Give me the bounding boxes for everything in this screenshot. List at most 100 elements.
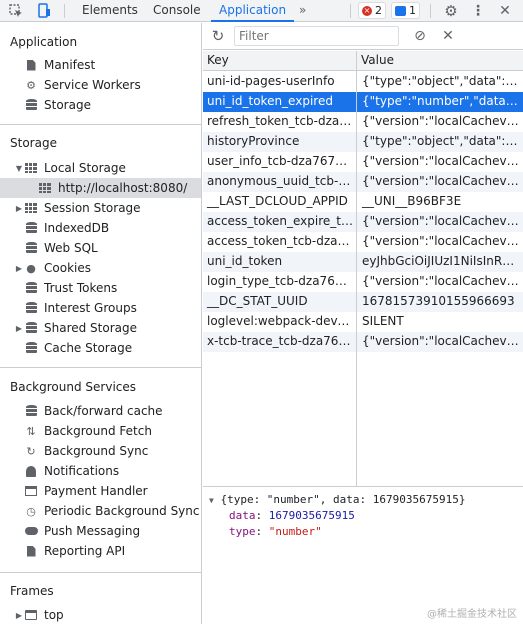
row-value[interactable]: {"version":"localCachev1",... [357,232,523,252]
preview-type-key: type [229,525,256,538]
table-row[interactable]: uni-id-pages-userInfo {"type":"object","d… [203,72,523,92]
sidebar-item-notifications[interactable]: Notifications [0,461,201,481]
more-tabs-button[interactable]: » [299,0,306,22]
row-key[interactable]: access_token_tcb-dza767... [203,232,357,252]
row-value[interactable]: __UNI__B96BF3E [357,192,523,212]
chevron-down-icon[interactable]: ▼ [14,164,24,173]
table-row[interactable]: anonymous_uuid_tcb-dza... {"version":"loc… [203,172,523,192]
row-key[interactable]: login_type_tcb-dza767nid... [203,272,357,292]
sidebar-item-service-workers[interactable]: ⚙ Service Workers [0,75,201,95]
close-devtools-icon[interactable]: ✕ [495,1,515,21]
row-key[interactable]: uni_id_token [203,252,357,272]
sidebar-item-frame-top[interactable]: ▶ top [0,605,201,624]
row-value[interactable]: {"type":"number","data":1... [357,92,523,112]
sidebar-item-background-fetch[interactable]: ⇅ Background Fetch [0,421,201,441]
sidebar-item-local-storage[interactable]: ▼ Local Storage [0,158,201,178]
chevron-down-icon[interactable]: ▼ [209,496,214,505]
sidebar-item-cookies[interactable]: ▶ ● Cookies [0,258,201,278]
table-row[interactable]: access_token_expire_tcb-... {"version":"l… [203,212,523,232]
row-key[interactable]: __LAST_DCLOUD_APPID [203,192,357,212]
preview-type-value: "number" [268,525,322,538]
table-grid-icon [38,181,52,195]
table-row[interactable]: __DC_STAT_UUID 16781573910155966693 [203,292,523,312]
local-storage-table: Key Value uni-id-pages-userInfo {"type":"… [203,51,523,487]
table-header: Key Value [203,51,523,71]
row-key[interactable]: anonymous_uuid_tcb-dza... [203,172,357,192]
row-key[interactable]: loglevel:webpack-dev-ser... [203,312,357,332]
column-header-key[interactable]: Key [207,53,229,67]
sidebar-item-trust-tokens[interactable]: Trust Tokens [0,278,201,298]
sidebar-item-back-forward-cache[interactable]: Back/forward cache [0,401,201,421]
database-icon [24,404,38,418]
table-row[interactable]: loglevel:webpack-dev-ser... SILENT [203,312,523,332]
filter-input[interactable] [234,26,399,46]
more-options-icon[interactable]: ⋮ [468,1,488,21]
row-value[interactable]: {"version":"localCachev1",... [357,172,523,192]
sidebar-item-interest-groups[interactable]: Interest Groups [0,298,201,318]
sidebar-item-push-messaging[interactable]: Push Messaging [0,521,201,541]
row-key[interactable]: uni-id-pages-userInfo [203,72,357,92]
inspect-element-icon[interactable] [6,1,26,21]
table-row[interactable]: historyProvince {"type":"object","data":{… [203,132,523,152]
preview-summary-row[interactable]: ▼ {type: "number", data: 1679035675915} [209,493,466,506]
table-row[interactable]: uni_id_token_expired {"type":"number","da… [203,92,523,112]
sidebar-item-indexeddb[interactable]: IndexedDB [0,218,201,238]
sidebar-item-label: Web SQL [44,241,98,255]
table-row[interactable]: __LAST_DCLOUD_APPID __UNI__B96BF3E [203,192,523,212]
chevron-right-icon[interactable]: ▶ [14,324,24,333]
sidebar-item-reporting-api[interactable]: Reporting API [0,541,201,561]
chevron-right-icon[interactable]: ▶ [14,204,24,213]
tab-console[interactable]: Console [153,0,201,22]
sidebar-item-background-sync[interactable]: ↻ Background Sync [0,441,201,461]
row-key[interactable]: x-tcb-trace_tcb-dza767ni... [203,332,357,352]
table-row[interactable]: user_info_tcb-dza767nid2... {"version":"l… [203,152,523,172]
row-value[interactable]: {"version":"localCachev1",... [357,332,523,352]
sidebar-item-manifest[interactable]: Manifest [0,55,201,75]
refresh-icon[interactable]: ↻ [209,27,227,45]
sidebar-item-local-origin[interactable]: http://localhost:8080/ [0,178,201,198]
table-row[interactable]: access_token_tcb-dza767... {"version":"lo… [203,232,523,252]
sidebar-item-web-sql[interactable]: Web SQL [0,238,201,258]
table-row[interactable]: refresh_token_tcb-dza767... {"version":"l… [203,112,523,132]
chevron-right-icon[interactable]: ▶ [14,264,24,273]
sidebar-item-shared-storage[interactable]: ▶ Shared Storage [0,318,201,338]
row-value[interactable]: {"version":"localCachev1",... [357,152,523,172]
preview-type-row: type: "number" [229,525,322,538]
sidebar-item-cache-storage[interactable]: Cache Storage [0,338,201,358]
tab-elements[interactable]: Elements [82,0,138,22]
document-icon [24,544,38,558]
table-row[interactable]: login_type_tcb-dza767nid... {"version":"l… [203,272,523,292]
chevron-right-icon[interactable]: ▶ [14,611,24,620]
row-value[interactable]: {"type":"object","data":{"_i [357,72,523,92]
sidebar-item-periodic-background-sync[interactable]: ◷ Periodic Background Sync [0,501,201,521]
sidebar-item-label: Background Sync [44,444,149,458]
section-divider [0,572,201,573]
column-header-value[interactable]: Value [361,53,394,67]
row-value[interactable]: 16781573910155966693 [357,292,523,312]
row-value[interactable]: {"type":"object","data":{"p... [357,132,523,152]
delete-selected-icon[interactable]: ✕ [439,27,457,45]
clear-all-icon[interactable]: ⊘ [411,27,429,45]
errors-badge[interactable]: × 2 [358,2,386,19]
row-value[interactable]: eyJhbGciOiJIUzI1NiIsInR5... [357,252,523,272]
row-value[interactable]: SILENT [357,312,523,332]
row-key[interactable]: historyProvince [203,132,357,152]
row-key[interactable]: user_info_tcb-dza767nid2... [203,152,357,172]
sidebar-item-session-storage[interactable]: ▶ Session Storage [0,198,201,218]
table-row[interactable]: x-tcb-trace_tcb-dza767ni... {"version":"l… [203,332,523,352]
row-value[interactable]: {"version":"localCachev1",... [357,112,523,132]
sidebar-item-storage[interactable]: Storage [0,95,201,115]
row-key[interactable]: refresh_token_tcb-dza767... [203,112,357,132]
row-key[interactable]: uni_id_token_expired [203,92,357,112]
tab-application[interactable]: Application [211,0,295,22]
row-key[interactable]: __DC_STAT_UUID [203,292,357,312]
sidebar-item-label: Cookies [44,261,91,275]
row-value[interactable]: {"version":"localCachev1",... [357,212,523,232]
device-toolbar-icon[interactable] [34,1,54,21]
sidebar-item-payment-handler[interactable]: Payment Handler [0,481,201,501]
table-row[interactable]: uni_id_token eyJhbGciOiJIUzI1NiIsInR5... [203,252,523,272]
row-key[interactable]: access_token_expire_tcb-... [203,212,357,232]
settings-gear-icon[interactable]: ⚙ [441,1,461,21]
messages-badge[interactable]: 1 [391,2,420,19]
row-value[interactable]: {"version":"localCachev1",... [357,272,523,292]
